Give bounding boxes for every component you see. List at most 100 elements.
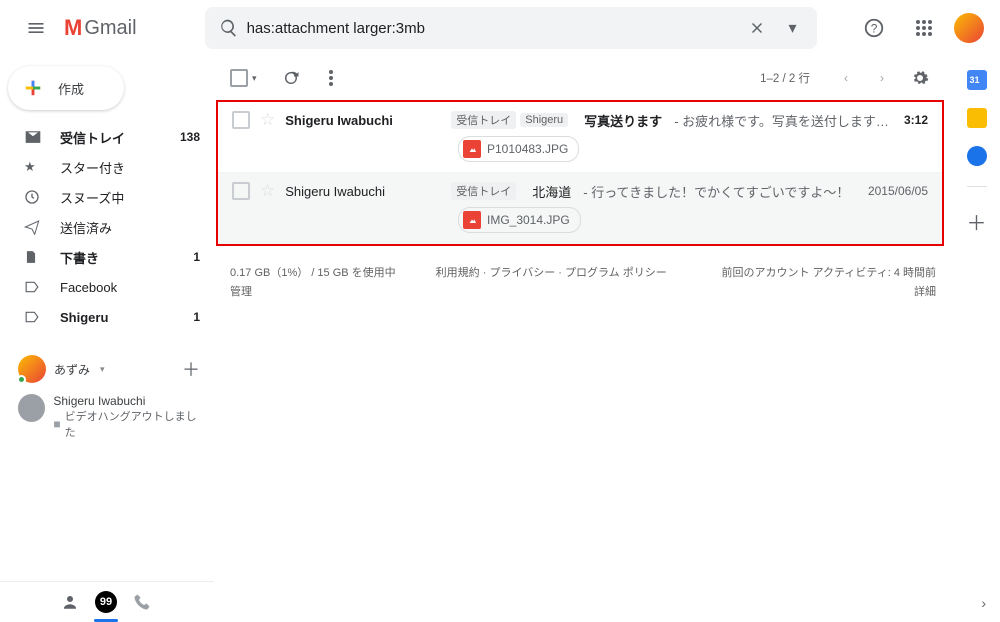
svg-text:?: ? [871,22,878,36]
message-chips: 受信トレイ [451,182,516,200]
nav-label: 下書き [60,248,99,267]
hangouts-new-button[interactable]: ＋ [178,352,204,386]
toolbar: ▾ 1–2 / 2 行 ‹ › [214,56,952,100]
nav-label: Facebook [60,280,117,295]
separator [967,186,987,187]
pagination-count: 1–2 / 2 行 [760,70,810,86]
hangouts-contact-sub: ビデオハングアウトしました [65,408,204,440]
support-button[interactable]: ? [854,8,894,48]
storage-text: 0.17 GB（1%） / 15 GB を使用中 [230,264,396,283]
nav-label: Shigeru [60,310,108,325]
message-snippet: - お疲れ様です。写真を送付します… [674,111,894,130]
avatar [18,355,46,383]
footer-policies-text[interactable]: 利用規約 · プライバシー · プログラム ポリシー [436,267,667,279]
select-all-checkbox[interactable] [230,69,248,87]
label-chip[interactable]: 受信トレイ [451,182,516,200]
presence-dot-icon [17,375,26,384]
avatar [18,394,45,422]
search-bar: ▾ [205,7,817,49]
attachment-chip[interactable]: P1010483.JPG [458,136,579,162]
message-chips: 受信トレイ Shigeru [451,111,568,129]
calendar-addon-button[interactable] [967,70,987,90]
footer-storage: 0.17 GB（1%） / 15 GB を使用中 管理 [230,264,396,301]
message-sender: Shigeru Iwabuchi [285,184,441,199]
compose-button[interactable]: 作成 [8,66,124,110]
label-chip[interactable]: Shigeru [520,113,568,127]
search-options-caret-icon[interactable]: ▾ [775,18,811,38]
nav-drafts[interactable]: 下書き 1 [0,242,214,272]
nav-starred[interactable]: ★ スター付き [0,152,214,182]
nav-inbox[interactable]: 受信トレイ 138 [0,122,214,152]
message-subject: 北海道 [532,182,571,201]
keep-addon-button[interactable] [967,108,987,128]
more-button[interactable] [315,62,347,94]
hangouts-contact-row[interactable]: Shigeru Iwabuchi ■ビデオハングアウトしました [18,390,204,444]
caret-down-icon: ▾ [100,364,105,375]
nav-label-facebook[interactable]: Facebook [0,272,214,302]
message-snippet: - 行ってきました！でかくてすごいですよ〜！ [583,182,858,201]
activity-details-link[interactable]: 詳細 [914,286,936,298]
message-checkbox[interactable] [232,182,250,200]
nav-label: 受信トレイ [60,128,125,147]
account-avatar[interactable] [954,13,984,43]
storage-manage-link[interactable]: 管理 [230,286,252,298]
apps-grid-icon [915,19,933,37]
get-addons-button[interactable]: ＋ [967,207,987,236]
select-caret-icon[interactable]: ▾ [252,73,257,84]
hangouts-me-name: あずみ [54,361,90,378]
label-chip[interactable]: 受信トレイ [451,111,516,129]
nav-list: 受信トレイ 138 ★ スター付き スヌーズ中 送信済み 下書き 1 [0,122,214,332]
attachment-name: P1010483.JPG [487,142,568,156]
tasks-addon-button[interactable] [967,146,987,166]
star-icon[interactable]: ☆ [260,110,275,130]
message-subject: 写真送ります [584,111,662,130]
help-icon: ? [863,17,885,39]
next-page-button[interactable]: › [868,64,896,92]
compose-label: 作成 [58,79,84,98]
sidebar: 作成 受信トレイ 138 ★ スター付き スヌーズ中 送信済み 下書き [0,56,214,621]
attachment-chip[interactable]: IMG_3014.JPG [458,207,581,233]
prev-page-button[interactable]: ‹ [832,64,860,92]
message-row[interactable]: ☆ Shigeru Iwabuchi 受信トレイ Shigeru 写真送ります … [218,102,942,173]
hamburger-icon [26,18,46,38]
refresh-icon [282,69,300,87]
hangouts-tabs: 99 [0,581,214,621]
nav-label-shigeru[interactable]: Shigeru 1 [0,302,214,332]
search-input[interactable] [247,20,739,37]
clock-icon [24,189,44,205]
settings-button[interactable] [904,62,936,94]
hangouts-me-row[interactable]: あずみ ▾ ＋ [18,348,204,390]
send-icon [24,219,44,235]
label-icon [24,280,44,294]
nav-label: 送信済み [60,218,112,237]
nav-snoozed[interactable]: スヌーズ中 [0,182,214,212]
search-icon[interactable] [211,18,247,38]
footer: 0.17 GB（1%） / 15 GB を使用中 管理 利用規約 · プライバシ… [214,246,952,319]
nav-sent[interactable]: 送信済み [0,212,214,242]
clear-search-icon[interactable] [739,19,775,37]
inbox-icon [24,128,44,146]
footer-activity: 前回のアカウント アクティビティ: 4 時間前 詳細 [722,264,936,301]
hangouts-chat-tab[interactable]: 99 [88,584,124,620]
more-vert-icon [329,70,333,86]
image-file-icon [463,211,481,229]
star-icon: ★ [24,159,44,175]
apps-button[interactable] [904,8,944,48]
message-date: 2015/06/05 [868,184,928,198]
nav-badge: 1 [193,310,200,324]
message-date: 3:12 [904,113,928,127]
message-checkbox[interactable] [232,111,250,129]
star-icon[interactable]: ☆ [260,181,275,201]
collapse-panel-button[interactable]: › [981,595,986,611]
gmail-logo[interactable]: M Gmail [64,15,137,41]
side-panel: ＋ [952,56,1000,621]
draft-icon [24,249,44,265]
refresh-button[interactable] [275,62,307,94]
main-menu-button[interactable] [16,8,56,48]
nav-label: スヌーズ中 [60,188,124,207]
hangouts-phone-tab[interactable] [124,584,160,620]
hangouts-contacts-tab[interactable] [52,584,88,620]
main-panel: ▾ 1–2 / 2 行 ‹ › ☆ Shigeru Iwabuchi [214,56,952,621]
nav-label: スター付き [60,158,125,177]
message-row[interactable]: ☆ Shigeru Iwabuchi 受信トレイ 北海道 - 行ってきました！で… [218,173,942,244]
